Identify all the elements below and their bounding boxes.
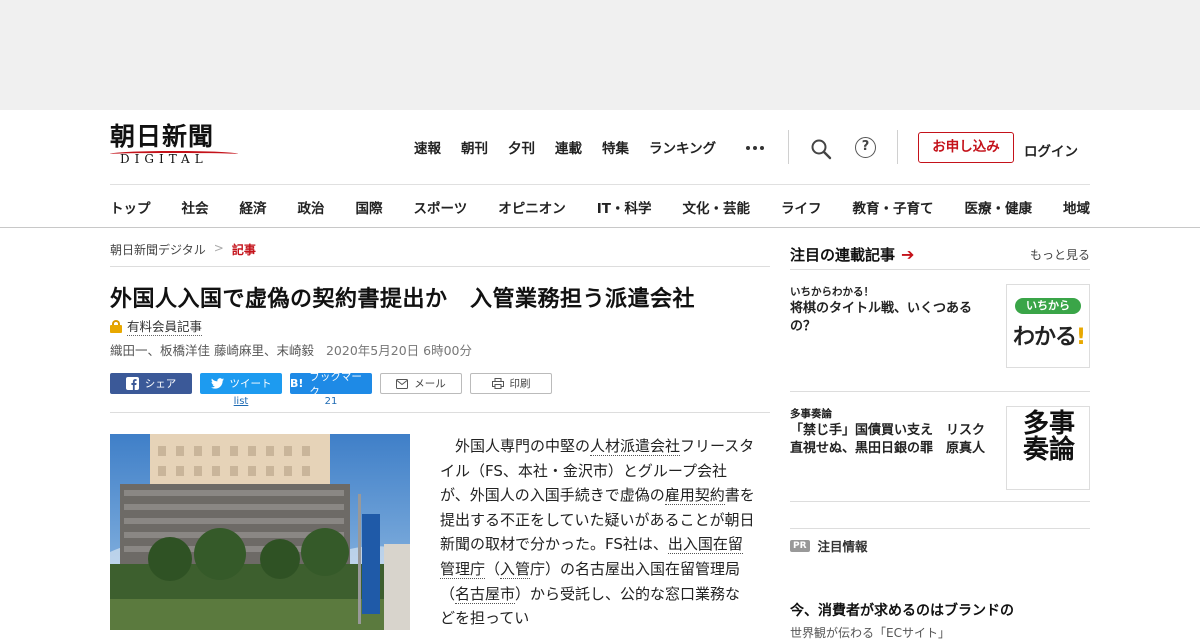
print-button[interactable]: 印刷: [470, 373, 552, 394]
divider: [897, 130, 898, 164]
cat-sports[interactable]: スポーツ: [414, 197, 468, 217]
nav-choukan[interactable]: 朝刊: [461, 137, 488, 157]
sidebar-item-headline[interactable]: 将棋のタイトル戦、いくつあるの？: [790, 300, 995, 336]
cat-region[interactable]: 地域: [1063, 197, 1090, 217]
article-photo[interactable]: [110, 434, 410, 630]
cat-health[interactable]: 医療・健康: [964, 197, 1032, 217]
cat-culture[interactable]: 文化・芸能: [682, 197, 750, 217]
sidebar-title-text: 注目の連載記事: [790, 246, 896, 264]
article-body: 外国人専門の中堅の人材派遣会社フリースタイル（FS、本社・金沢市）とグループ会社…: [440, 434, 755, 631]
sidebar-item-category: 多事奏論: [790, 408, 832, 420]
header-divider: [110, 184, 1090, 185]
pr-label: 注目情報: [817, 539, 868, 554]
twitter-share-button[interactable]: ツイート list: [200, 373, 282, 407]
cat-society[interactable]: 社会: [182, 197, 209, 217]
sidebar-item[interactable]: いちからわかる！ 将棋のタイトル戦、いくつあるの？ いちから わかる!: [790, 270, 1090, 392]
twitter-share-label: ツイート: [229, 378, 272, 390]
breadcrumb-separator: >: [213, 241, 224, 255]
publish-date: 2020年5月20日 6時00分: [325, 343, 472, 358]
divider: [788, 130, 789, 164]
cat-top[interactable]: トップ: [110, 197, 151, 217]
body-text: （: [485, 559, 501, 578]
twitter-count[interactable]: list: [200, 396, 282, 407]
cat-it-science[interactable]: IT・科学: [597, 197, 652, 217]
sidebar-item-category: いちからわかる！: [790, 286, 874, 298]
link-jinzai-haken[interactable]: 人材派遣会社: [590, 437, 681, 456]
nav-yuukan[interactable]: 夕刊: [508, 137, 535, 157]
site-header: 朝日新聞 DIGITAL 速報 朝刊 夕刊 連載 特集 ランキング ? お申し込…: [0, 110, 1200, 228]
tajisoron-thumbnail[interactable]: 多事奏論: [1006, 406, 1090, 490]
nav-tokushu[interactable]: 特集: [602, 137, 629, 157]
thumb-top-label: いちから: [1015, 298, 1081, 314]
breadcrumb-current[interactable]: 記事: [232, 241, 256, 258]
link-nyukan[interactable]: 入管: [500, 559, 531, 579]
byline: 織田一、板橋洋佳 藤崎麻里、末崎毅 2020年5月20日 6時00分: [110, 340, 472, 359]
cat-life[interactable]: ライフ: [781, 197, 822, 217]
facebook-icon: [125, 377, 139, 390]
mail-share-button[interactable]: メール: [380, 373, 462, 394]
cat-international[interactable]: 国際: [356, 197, 383, 217]
paid-member-badge[interactable]: 有料会員記事: [110, 316, 203, 336]
thumb-mark: !: [1076, 325, 1086, 350]
sidebar-title[interactable]: 注目の連載記事 ➔: [790, 244, 914, 265]
breadcrumb-home[interactable]: 朝日新聞デジタル: [110, 241, 206, 258]
pr-section: PR 注目情報: [790, 528, 1090, 562]
sidebar-header: 注目の連載記事 ➔ もっと見る: [790, 240, 1090, 270]
more-icon[interactable]: [746, 146, 764, 150]
help-icon[interactable]: ?: [855, 137, 876, 158]
pr-headline[interactable]: 今、消費者が求めるのはブランドの: [790, 600, 1014, 620]
category-nav: トップ 社会 経済 政治 国際 スポーツ オピニオン IT・科学 文化・芸能 ラ…: [110, 197, 1090, 217]
twitter-icon: [210, 378, 224, 389]
cat-politics[interactable]: 政治: [298, 197, 325, 217]
print-label: 印刷: [509, 378, 531, 390]
subscribe-button[interactable]: お申し込み: [918, 132, 1014, 163]
hatena-icon: B!: [290, 377, 304, 390]
hatena-count[interactable]: 21: [290, 396, 372, 407]
ad-banner: [0, 0, 1200, 110]
search-icon[interactable]: [810, 138, 832, 160]
facebook-share-button[interactable]: シェア: [110, 373, 192, 394]
print-icon: [491, 378, 504, 389]
cat-opinion[interactable]: オピニオン: [498, 197, 566, 217]
sidebar-more-link[interactable]: もっと見る: [1030, 246, 1090, 263]
share-bar: シェア ツイート list B! ブックマーク 21 メール 印刷: [110, 371, 552, 407]
login-link[interactable]: ログイン: [1024, 140, 1078, 160]
hatena-bookmark-button[interactable]: B! ブックマーク 21: [290, 371, 372, 407]
sidebar: 注目の連載記事 ➔ もっと見る いちからわかる！ 将棋のタイトル戦、いくつあるの…: [790, 240, 1090, 502]
paid-label: 有料会員記事: [127, 316, 203, 336]
nav-rensai[interactable]: 連載: [555, 137, 582, 157]
divider: [110, 412, 770, 413]
top-nav: 速報 朝刊 夕刊 連載 特集 ランキング: [414, 137, 736, 157]
breadcrumb: 朝日新聞デジタル > 記事: [110, 241, 256, 258]
divider: [110, 266, 770, 267]
body-text: 外国人専門の中堅の: [455, 437, 591, 455]
ichikara-wakaru-thumbnail[interactable]: いちから わかる!: [1006, 284, 1090, 368]
nav-ranking[interactable]: ランキング: [649, 137, 716, 157]
arrow-right-icon: ➔: [901, 245, 915, 264]
lock-icon: [110, 319, 122, 333]
link-koyou-keiyaku[interactable]: 雇用契約: [664, 486, 725, 506]
cat-economy[interactable]: 経済: [240, 197, 267, 217]
thumb-calligraphy: 多事奏論: [1022, 409, 1075, 465]
logo-swoosh: [110, 151, 238, 157]
hatena-label: ブックマーク: [309, 370, 362, 398]
sidebar-item-headline[interactable]: 「禁じ手」国債買い支え リスク直視せぬ、黒田日銀の罪 原真人: [790, 422, 995, 458]
facebook-share-label: シェア: [144, 378, 177, 390]
authors: 織田一、板橋洋佳 藤崎麻里、末崎毅: [110, 343, 314, 358]
mail-icon: [396, 378, 409, 389]
cat-education[interactable]: 教育・子育て: [852, 197, 933, 217]
logo-text: 朝日新聞: [110, 122, 215, 151]
nav-sokuho[interactable]: 速報: [414, 137, 441, 157]
mail-label: メール: [414, 378, 446, 390]
pr-subline[interactable]: 世界観が伝わる「ECサイト」: [790, 624, 950, 641]
article-title: 外国人入国で虚偽の契約書提出か 入管業務担う派遣会社: [110, 287, 696, 312]
thumb-bottom-label: わかる: [1013, 325, 1077, 350]
asahi-logo[interactable]: 朝日新聞 DIGITAL: [110, 123, 240, 171]
sidebar-item[interactable]: 多事奏論 「禁じ手」国債買い支え リスク直視せぬ、黒田日銀の罪 原真人 多事奏論: [790, 392, 1090, 502]
pr-badge: PR: [790, 539, 810, 552]
link-nagoya[interactable]: 名古屋市: [455, 584, 516, 604]
